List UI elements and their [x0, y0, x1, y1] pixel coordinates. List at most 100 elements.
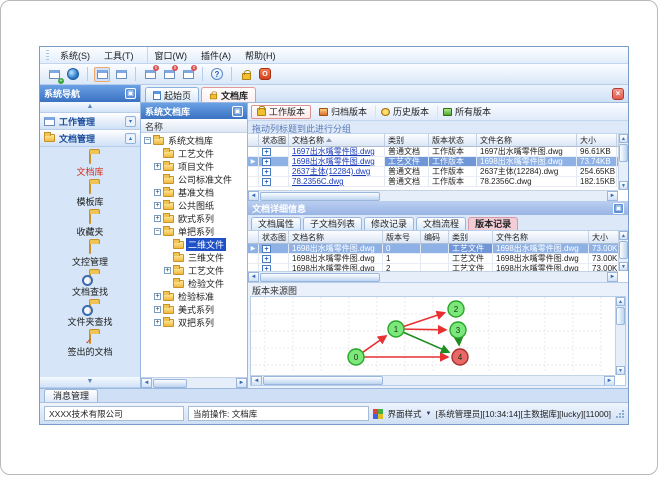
tree-expander-icon[interactable]: +	[154, 189, 161, 196]
sidebar-item[interactable]: 模板库	[44, 181, 136, 211]
tree-item[interactable]: + 美式系列	[141, 303, 247, 316]
sidebar-item[interactable]: 文档库	[44, 151, 136, 181]
resize-grip[interactable]	[615, 409, 624, 418]
tree-expander-icon[interactable]: +	[154, 215, 161, 222]
close-icon[interactable]: ×	[612, 88, 624, 100]
group-by-hint[interactable]: 拖动列标题到此进行分组	[248, 121, 628, 134]
sidebar-item[interactable]: 收藏夹	[44, 211, 136, 241]
ui-style-dropdown[interactable]: 界面样式	[387, 408, 421, 420]
column-header[interactable]: 编码	[421, 231, 449, 244]
version-filter-button[interactable]: 归档版本	[313, 105, 373, 119]
detail-tab[interactable]: 修改记录	[364, 217, 415, 230]
grid-vertical-scrollbar[interactable]: ▲ ▼	[618, 134, 628, 190]
lock-icon[interactable]	[238, 67, 254, 82]
sidebar-item[interactable]: 文档查找	[44, 271, 136, 301]
tree-expander-icon[interactable]: +	[164, 267, 171, 274]
tree-expander-icon[interactable]: +	[154, 319, 161, 326]
sidebar-group-docs[interactable]: 文档管理 ▴	[40, 130, 140, 147]
tree-item[interactable]: 公司标准文件	[141, 173, 247, 186]
table-row[interactable]: ▶ + 1698出水嘴零件图.dwg 工艺文件 工作版本 1698出水嘴零件图.…	[248, 157, 618, 167]
detail-tab[interactable]: 版本记录	[468, 217, 519, 230]
tree-item[interactable]: 二维文件	[141, 238, 247, 251]
logout-icon[interactable]: O	[257, 67, 273, 82]
tree-item[interactable]: 工艺文件	[141, 147, 247, 160]
table-row[interactable]: ▶ + 1698出水嘴零件图.dwg 1 工艺文件 1698出水嘴零件图.dwg…	[248, 254, 618, 264]
column-header[interactable]: 文档名称	[289, 231, 383, 244]
tab-message-management[interactable]: 消息管理	[44, 389, 99, 402]
table-row[interactable]: ▶ + 2637主体(12284).dwg 普通文档 工作版本 2637主体(1…	[248, 167, 618, 177]
detail-tab[interactable]: 文档属性	[251, 217, 302, 230]
version-filter-button[interactable]: 工作版本	[251, 104, 312, 119]
menu-window[interactable]: 窗口(W)	[146, 46, 195, 64]
menu-tools[interactable]: 工具(T)	[97, 47, 141, 64]
window-close-icon[interactable]: x	[161, 64, 178, 82]
document-name-link[interactable]: 2637主体(12284).dwg	[292, 167, 370, 176]
column-header[interactable]: 大小	[577, 134, 617, 147]
scrollbar-thumb[interactable]	[153, 378, 187, 388]
scroll-left-icon[interactable]: ◄	[141, 378, 152, 388]
menu-system[interactable]: 系统(S)	[53, 47, 97, 64]
scroll-down-strip[interactable]: ▼	[40, 377, 140, 388]
tree-expander-icon[interactable]: −	[144, 137, 151, 144]
grid-vertical-scrollbar[interactable]: ▲ ▼	[618, 231, 628, 271]
table-row[interactable]: ▶ + 78.2356C.dwg 普通文档 工作版本 78.2356C.dwg …	[248, 177, 618, 187]
document-name-link[interactable]: 78.2356C.dwg	[292, 177, 344, 186]
tree-item[interactable]: + 双把系列	[141, 316, 247, 329]
sidebar-item[interactable]: 文件夹查找	[44, 301, 136, 331]
window-close-icon[interactable]: x	[142, 64, 159, 82]
graph-horizontal-scrollbar[interactable]: ◄ ►	[251, 375, 615, 385]
column-header[interactable]: 类别	[449, 231, 493, 244]
scroll-right-icon[interactable]: ►	[236, 378, 247, 388]
version-filter-button[interactable]: 历史版本	[375, 104, 435, 119]
tree-item[interactable]: + 项目文件	[141, 160, 247, 173]
column-header[interactable]: 状态图	[259, 231, 289, 244]
grid-horizontal-scrollbar[interactable]: ◄ ►	[248, 190, 618, 201]
tree-expander-icon[interactable]: +	[154, 163, 161, 170]
column-header[interactable]: 版本状态	[429, 134, 477, 147]
tree-expander-icon[interactable]: −	[154, 228, 161, 235]
sidebar-item[interactable]: 文控管理	[44, 241, 136, 271]
tree-item[interactable]: 三维文件	[141, 251, 247, 264]
scroll-up-strip[interactable]: ▲	[40, 102, 140, 113]
document-name-link[interactable]: 1697出水嘴零件图.dwg	[292, 147, 375, 156]
tab-doc-library[interactable]: 文档库	[201, 87, 257, 102]
pin-icon[interactable]: ▣	[613, 203, 624, 214]
detail-tab[interactable]: 子文档列表	[303, 217, 363, 230]
tree-item[interactable]: 检验文件	[141, 277, 247, 290]
pin-icon[interactable]: ▣	[125, 88, 136, 99]
tree-item[interactable]: + 基准文档	[141, 186, 247, 199]
window-grid-icon[interactable]	[113, 67, 129, 82]
tree-item[interactable]: − 系统文档库	[141, 134, 247, 147]
document-name-link[interactable]: 1698出水嘴零件图.dwg	[292, 157, 375, 166]
sidebar-group-work[interactable]: 工作管理 ▾	[40, 113, 140, 130]
tree-expander-icon[interactable]: +	[154, 293, 161, 300]
sidebar-item[interactable]: 签出的文档	[44, 331, 136, 361]
window-close-icon[interactable]: x	[180, 64, 197, 82]
column-header[interactable]: 状态图	[259, 134, 289, 147]
menu-help[interactable]: 帮助(H)	[238, 47, 283, 64]
tree-item[interactable]: + 工艺文件	[141, 264, 247, 277]
tree-expander-icon[interactable]: +	[154, 306, 161, 313]
detail-tab[interactable]: 文档流程	[416, 217, 467, 230]
graph-vertical-scrollbar[interactable]: ▲ ▼	[615, 297, 625, 375]
column-header[interactable]: 文件名称	[477, 134, 577, 147]
tree-column-header[interactable]: 名称	[141, 119, 247, 133]
tree-item[interactable]: − 单把系列	[141, 225, 247, 238]
column-header[interactable]: 版本号	[383, 231, 421, 244]
tree-expander-icon[interactable]: +	[154, 202, 161, 209]
table-row[interactable]: ▶ + 1697出水嘴零件图.dwg 普通文档 工作版本 1697出水嘴零件图.…	[248, 147, 618, 157]
table-row[interactable]: ▶ + 1698出水嘴零件图.dwg 0 工艺文件 1698出水嘴零件图.dwg…	[248, 244, 618, 254]
tree-item[interactable]: + 检验标准	[141, 290, 247, 303]
grid-horizontal-scrollbar[interactable]: ◄ ►	[248, 271, 618, 282]
globe-icon[interactable]	[65, 67, 81, 82]
toolbar-grip[interactable]	[46, 49, 49, 61]
chevron-down-icon[interactable]: ▾	[125, 115, 136, 127]
window-icon[interactable]	[94, 66, 110, 82]
help-icon[interactable]: ?	[209, 67, 225, 82]
chevron-up-icon[interactable]: ▴	[125, 132, 136, 144]
version-graph[interactable]: 0 1 2 3 4 ▲ ▼ ◄ ►	[250, 296, 626, 386]
column-header[interactable]: 文档名称	[289, 134, 385, 147]
menu-plugins[interactable]: 插件(A)	[194, 47, 238, 64]
column-header[interactable]: 大小	[589, 231, 618, 244]
monitor-add-icon[interactable]: +	[46, 67, 64, 84]
